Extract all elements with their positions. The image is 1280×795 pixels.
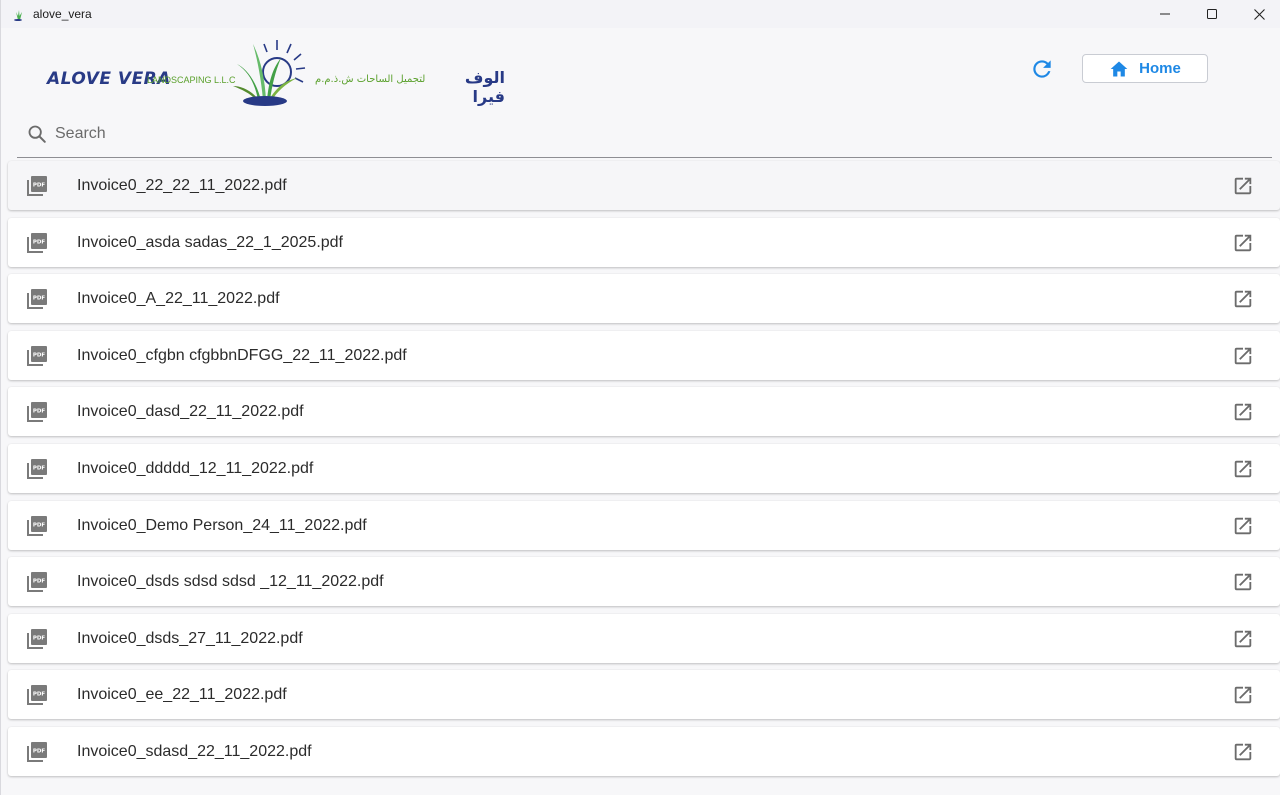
list-item[interactable]: PDF Invoice0_cfgbn cfgbbnDFGG_22_11_2022…	[8, 330, 1280, 380]
pdf-file-icon: PDF	[27, 345, 47, 366]
list-item[interactable]: PDF Invoice0_22_22_11_2022.pdf	[8, 161, 1280, 210]
svg-text:PDF: PDF	[33, 748, 46, 754]
list-item[interactable]: PDF Invoice0_ee_22_11_2022.pdf	[8, 670, 1280, 720]
svg-text:PDF: PDF	[33, 692, 46, 698]
open-in-new-icon[interactable]	[1232, 628, 1254, 650]
list-item[interactable]: PDF Invoice0_ddddd_12_11_2022.pdf	[8, 443, 1280, 493]
minimize-button[interactable]	[1142, 0, 1188, 28]
maximize-icon	[1207, 9, 1217, 19]
svg-text:PDF: PDF	[33, 239, 46, 245]
pdf-file-icon: PDF	[27, 232, 47, 253]
logo-arabic-name: الوف فيرا	[464, 68, 505, 106]
list-item[interactable]: PDF Invoice0_Demo Person_24_11_2022.pdf	[8, 500, 1280, 550]
aloe-plant-icon	[14, 10, 22, 21]
file-name: Invoice0_sdasd_22_11_2022.pdf	[77, 742, 312, 760]
app-header: ALOVE VERA LANDSCAPING L.L.C لتجميل السا…	[1, 28, 1280, 112]
open-in-new-icon[interactable]	[1232, 515, 1254, 537]
open-in-new-icon[interactable]	[1232, 401, 1254, 423]
open-in-new-icon[interactable]	[1232, 345, 1254, 367]
file-name: Invoice0_dsds sdsd sdsd _12_11_2022.pdf	[77, 573, 384, 591]
title-bar[interactable]: alove_vera	[1, 0, 1280, 28]
pdf-file-icon: PDF	[27, 176, 47, 196]
list-item[interactable]: PDF Invoice0_dasd_22_11_2022.pdf	[8, 387, 1280, 437]
pdf-file-icon: PDF	[27, 289, 47, 310]
file-name: Invoice0_Demo Person_24_11_2022.pdf	[77, 516, 367, 534]
pdf-file-icon: PDF	[27, 685, 47, 706]
list-item[interactable]: PDF Invoice0_dsds_27_11_2022.pdf	[8, 613, 1280, 663]
search-icon	[28, 125, 46, 143]
svg-text:PDF: PDF	[33, 183, 46, 189]
open-in-new-icon[interactable]	[1232, 458, 1254, 480]
file-name: Invoice0_asda sadas_22_1_2025.pdf	[77, 233, 343, 251]
logo-arabic-subtitle: لتجميل الساحات ش.ذ.م.م	[315, 74, 426, 85]
svg-text:PDF: PDF	[33, 635, 46, 641]
pdf-file-icon: PDF	[27, 515, 47, 536]
minimize-icon	[1160, 13, 1170, 15]
file-list: PDF Invoice0_22_22_11_2022.pdf PDF Invoi…	[8, 161, 1280, 784]
company-logo: ALOVE VERA LANDSCAPING L.L.C لتجميل السا…	[45, 38, 505, 110]
file-name: Invoice0_dasd_22_11_2022.pdf	[77, 403, 304, 421]
file-name: Invoice0_cfgbn cfgbbnDFGG_22_11_2022.pdf	[77, 346, 407, 364]
refresh-icon[interactable]	[1029, 56, 1055, 82]
app-window: alove_vera ALOVE VERA LANDSCAPING L.L.C	[0, 0, 1280, 795]
file-name: Invoice0_22_22_11_2022.pdf	[77, 177, 287, 194]
home-icon	[1110, 61, 1128, 76]
home-button-label: Home	[1139, 60, 1181, 77]
close-button[interactable]	[1236, 0, 1280, 28]
pdf-file-icon: PDF	[27, 741, 47, 762]
file-name: Invoice0_ddddd_12_11_2022.pdf	[77, 459, 314, 477]
file-name: Invoice0_A_22_11_2022.pdf	[77, 290, 280, 308]
window-title: alove_vera	[33, 7, 92, 21]
open-in-new-icon[interactable]	[1232, 741, 1254, 763]
open-in-new-icon[interactable]	[1232, 571, 1254, 593]
aloe-plant-icon	[233, 40, 306, 106]
open-in-new-icon[interactable]	[1232, 684, 1254, 706]
svg-text:PDF: PDF	[33, 296, 46, 302]
file-name: Invoice0_dsds_27_11_2022.pdf	[77, 629, 303, 647]
list-item[interactable]: PDF Invoice0_sdasd_22_11_2022.pdf	[8, 726, 1280, 776]
list-item[interactable]: PDF Invoice0_asda sadas_22_1_2025.pdf	[8, 217, 1280, 267]
search-bar	[17, 114, 1272, 158]
close-icon	[1253, 8, 1265, 20]
pdf-file-icon: PDF	[27, 402, 47, 423]
logo-suffix: LANDSCAPING L.L.C	[147, 75, 236, 85]
svg-text:PDF: PDF	[33, 465, 46, 471]
svg-text:PDF: PDF	[33, 409, 46, 415]
svg-text:PDF: PDF	[33, 522, 46, 528]
open-in-new-icon[interactable]	[1232, 175, 1254, 197]
list-item[interactable]: PDF Invoice0_A_22_11_2022.pdf	[8, 274, 1280, 324]
pdf-file-icon: PDF	[27, 572, 47, 593]
svg-text:PDF: PDF	[33, 352, 46, 358]
search-input[interactable]	[55, 121, 1255, 147]
file-name: Invoice0_ee_22_11_2022.pdf	[77, 686, 287, 704]
pdf-file-icon: PDF	[27, 628, 47, 649]
open-in-new-icon[interactable]	[1232, 288, 1254, 310]
maximize-button[interactable]	[1189, 0, 1235, 28]
list-item[interactable]: PDF Invoice0_dsds sdsd sdsd _12_11_2022.…	[8, 557, 1280, 607]
home-button[interactable]: Home	[1082, 54, 1208, 83]
open-in-new-icon[interactable]	[1232, 232, 1254, 254]
pdf-file-icon: PDF	[27, 458, 47, 479]
svg-text:PDF: PDF	[33, 579, 46, 585]
